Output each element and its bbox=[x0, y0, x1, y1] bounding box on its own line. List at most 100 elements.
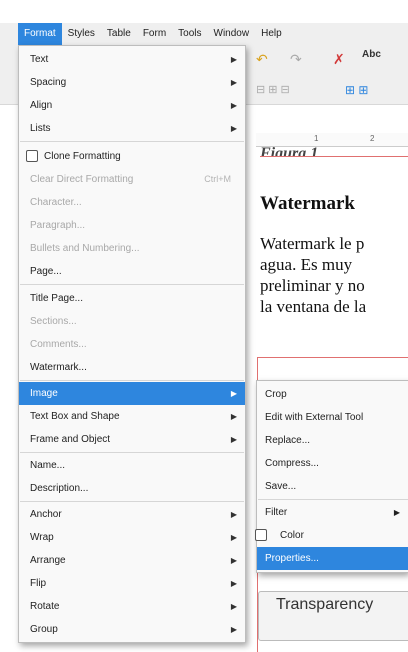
menu-separator bbox=[258, 499, 408, 500]
submenu-item-color[interactable]: Color bbox=[255, 524, 408, 547]
menu-separator bbox=[20, 284, 244, 285]
menu-item-image[interactable]: Image ▶ bbox=[19, 382, 245, 405]
submenu-item-compress[interactable]: Compress... bbox=[257, 452, 408, 475]
menu-item-label: Filter bbox=[265, 507, 288, 518]
menu-item-arrange[interactable]: Arrange ▶ bbox=[19, 549, 245, 572]
submenu-arrow-icon: ▶ bbox=[230, 579, 237, 588]
menu-item-label: Lists bbox=[30, 123, 51, 134]
menu-styles[interactable]: Styles bbox=[62, 23, 101, 45]
submenu-item-edit-external[interactable]: Edit with External Tool bbox=[257, 406, 408, 429]
submenu-arrow-icon: ▶ bbox=[230, 124, 237, 133]
menu-separator bbox=[20, 501, 244, 502]
menu-item-bullets-numbering[interactable]: Bullets and Numbering... bbox=[19, 237, 245, 260]
menu-item-character[interactable]: Character... bbox=[19, 191, 245, 214]
menu-item-label: Edit with External Tool bbox=[265, 412, 364, 423]
checkbox-icon[interactable] bbox=[255, 529, 267, 541]
menu-item-description[interactable]: Description... bbox=[19, 477, 245, 500]
menu-tools[interactable]: Tools bbox=[172, 23, 207, 45]
menu-item-name[interactable]: Name... bbox=[19, 454, 245, 477]
ruler-tick: 2 bbox=[370, 134, 375, 143]
menu-item-wrap[interactable]: Wrap ▶ bbox=[19, 526, 245, 549]
menu-item-label: Flip bbox=[30, 578, 47, 589]
menu-item-label: Properties... bbox=[265, 553, 319, 564]
submenu-arrow-icon: ▶ bbox=[230, 412, 237, 421]
menu-item-group[interactable]: Group ▶ bbox=[19, 618, 245, 641]
menu-item-comments[interactable]: Comments... bbox=[19, 333, 245, 356]
menu-item-clone-formatting[interactable]: Clone Formatting bbox=[19, 145, 245, 168]
menu-item-anchor[interactable]: Anchor ▶ bbox=[19, 503, 245, 526]
undo-icon[interactable]: ↶ bbox=[256, 51, 268, 68]
menu-window[interactable]: Window bbox=[208, 23, 256, 45]
align-icons[interactable]: ⊟ ⊞ ⊟ bbox=[256, 83, 290, 96]
submenu-item-filter[interactable]: Filter ▶ bbox=[257, 501, 408, 524]
menu-item-watermark[interactable]: Watermark... bbox=[19, 356, 245, 379]
menu-item-page[interactable]: Page... bbox=[19, 260, 245, 283]
menu-item-label: Character... bbox=[30, 197, 82, 208]
menu-item-label: Spacing bbox=[30, 77, 67, 88]
menu-item-label: Image bbox=[30, 388, 58, 399]
menu-item-label: Wrap bbox=[30, 532, 54, 543]
submenu-arrow-icon: ▶ bbox=[230, 55, 237, 64]
menu-item-label: Clone Formatting bbox=[44, 151, 121, 162]
doc-heading: Watermark bbox=[260, 193, 355, 214]
menu-item-label: Sections... bbox=[30, 316, 77, 327]
menu-item-label: Save... bbox=[265, 481, 297, 492]
menu-item-text[interactable]: Text ▶ bbox=[19, 48, 245, 71]
menu-format[interactable]: Format bbox=[18, 23, 62, 45]
transparency-label: Transparency bbox=[276, 596, 374, 613]
menu-separator bbox=[20, 141, 244, 142]
submenu-arrow-icon: ▶ bbox=[230, 435, 237, 444]
menu-separator bbox=[20, 380, 244, 381]
ruler-tick: 1 bbox=[314, 134, 319, 143]
shortcut-label: Ctrl+M bbox=[204, 174, 231, 184]
submenu-item-replace[interactable]: Replace... bbox=[257, 429, 408, 452]
redo-icon[interactable]: ↷ bbox=[290, 51, 302, 68]
menu-item-label: Bullets and Numbering... bbox=[30, 243, 140, 254]
submenu-arrow-icon: ▶ bbox=[230, 556, 237, 565]
doc-paragraph: Watermark le p agua. Es muy preliminar y… bbox=[260, 233, 408, 317]
menu-form[interactable]: Form bbox=[137, 23, 172, 45]
menu-item-label: Description... bbox=[30, 483, 89, 494]
menu-item-label: Color bbox=[280, 530, 304, 541]
submenu-arrow-icon: ▶ bbox=[230, 625, 237, 634]
checkbox-icon[interactable] bbox=[26, 150, 38, 162]
format-menu: Text ▶ Spacing ▶ Align ▶ Lists ▶ Clone Forma… bbox=[18, 45, 246, 643]
menu-item-label: Clear Direct Formatting bbox=[30, 174, 134, 185]
menu-item-label: Rotate bbox=[30, 601, 60, 612]
menu-table[interactable]: Table bbox=[101, 23, 137, 45]
clear-formatting-icon[interactable]: ✗ bbox=[333, 51, 345, 68]
menu-item-frame-object[interactable]: Frame and Object ▶ bbox=[19, 428, 245, 451]
menu-item-label: Group bbox=[30, 624, 58, 635]
menu-item-label: Page... bbox=[30, 266, 62, 277]
menu-item-label: Text Box and Shape bbox=[30, 411, 120, 422]
menu-item-flip[interactable]: Flip ▶ bbox=[19, 572, 245, 595]
menu-item-text-box-shape[interactable]: Text Box and Shape ▶ bbox=[19, 405, 245, 428]
image-submenu: Crop Edit with External Tool Replace... … bbox=[255, 380, 408, 573]
submenu-item-properties[interactable]: Properties... bbox=[257, 547, 408, 570]
submenu-arrow-icon: ▶ bbox=[393, 508, 400, 517]
menu-item-label: Anchor bbox=[30, 509, 62, 520]
table-icons[interactable]: ⊞ ⊞ bbox=[345, 83, 368, 97]
menu-separator bbox=[20, 452, 244, 453]
menu-item-lists[interactable]: Lists ▶ bbox=[19, 117, 245, 140]
submenu-item-crop[interactable]: Crop bbox=[257, 383, 408, 406]
menu-item-sections[interactable]: Sections... bbox=[19, 310, 245, 333]
menu-item-label: Replace... bbox=[265, 435, 311, 446]
submenu-arrow-icon: ▶ bbox=[230, 78, 237, 87]
menu-item-label: Compress... bbox=[265, 458, 319, 469]
menu-item-spacing[interactable]: Spacing ▶ bbox=[19, 71, 245, 94]
menu-item-align[interactable]: Align ▶ bbox=[19, 94, 245, 117]
menu-item-label: Title Page... bbox=[30, 293, 83, 304]
menu-item-rotate[interactable]: Rotate ▶ bbox=[19, 595, 245, 618]
spellcheck-icon[interactable]: Abc bbox=[362, 49, 381, 60]
submenu-arrow-icon: ▶ bbox=[230, 602, 237, 611]
menu-item-title-page[interactable]: Title Page... bbox=[19, 287, 245, 310]
menu-item-label: Comments... bbox=[30, 339, 87, 350]
menu-item-clear-direct-formatting[interactable]: Clear Direct Formatting Ctrl+M bbox=[19, 168, 245, 191]
submenu-arrow-icon: ▶ bbox=[230, 510, 237, 519]
doc-line: la ventana de la bbox=[260, 297, 367, 316]
menu-item-paragraph[interactable]: Paragraph... bbox=[19, 214, 245, 237]
submenu-item-save[interactable]: Save... bbox=[257, 475, 408, 498]
menu-help[interactable]: Help bbox=[255, 23, 288, 45]
menu-item-label: Name... bbox=[30, 460, 66, 471]
